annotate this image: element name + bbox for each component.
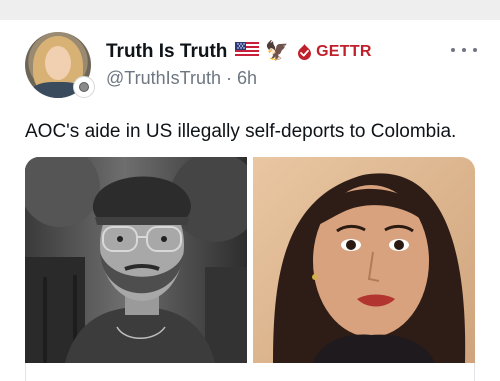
gettr-logo-icon xyxy=(298,44,312,60)
top-bar xyxy=(0,0,500,20)
more-options-icon[interactable] xyxy=(451,40,477,60)
woman-portrait-photo[interactable] xyxy=(253,157,475,363)
post-timestamp[interactable]: 6h xyxy=(237,68,257,88)
us-flag-icon xyxy=(235,41,260,63)
author-name-row: Truth Is Truth 🦅 GETTR xyxy=(106,40,372,64)
avatar-face xyxy=(45,46,71,80)
dot xyxy=(473,48,477,52)
eagle-emoji-icon: 🦅 xyxy=(265,41,290,62)
bearded-man-photo[interactable] xyxy=(25,157,247,363)
link-card-footer[interactable] xyxy=(25,363,475,381)
dot xyxy=(451,48,455,52)
author-handle[interactable]: @TruthIsTruth xyxy=(106,68,221,88)
dot xyxy=(462,48,466,52)
meta-separator: · xyxy=(225,68,232,88)
author-handle-row: @TruthIsTruth · 6h xyxy=(106,68,257,89)
gettr-badge[interactable]: GETTR xyxy=(297,43,372,61)
post-media-grid xyxy=(25,157,475,381)
gettr-label: GETTR xyxy=(316,43,372,60)
author-display-name[interactable]: Truth Is Truth xyxy=(106,41,227,63)
post-text: AOC's aide in US illegally self-deports … xyxy=(25,121,457,142)
avatar-verified-badge-icon xyxy=(73,76,95,98)
